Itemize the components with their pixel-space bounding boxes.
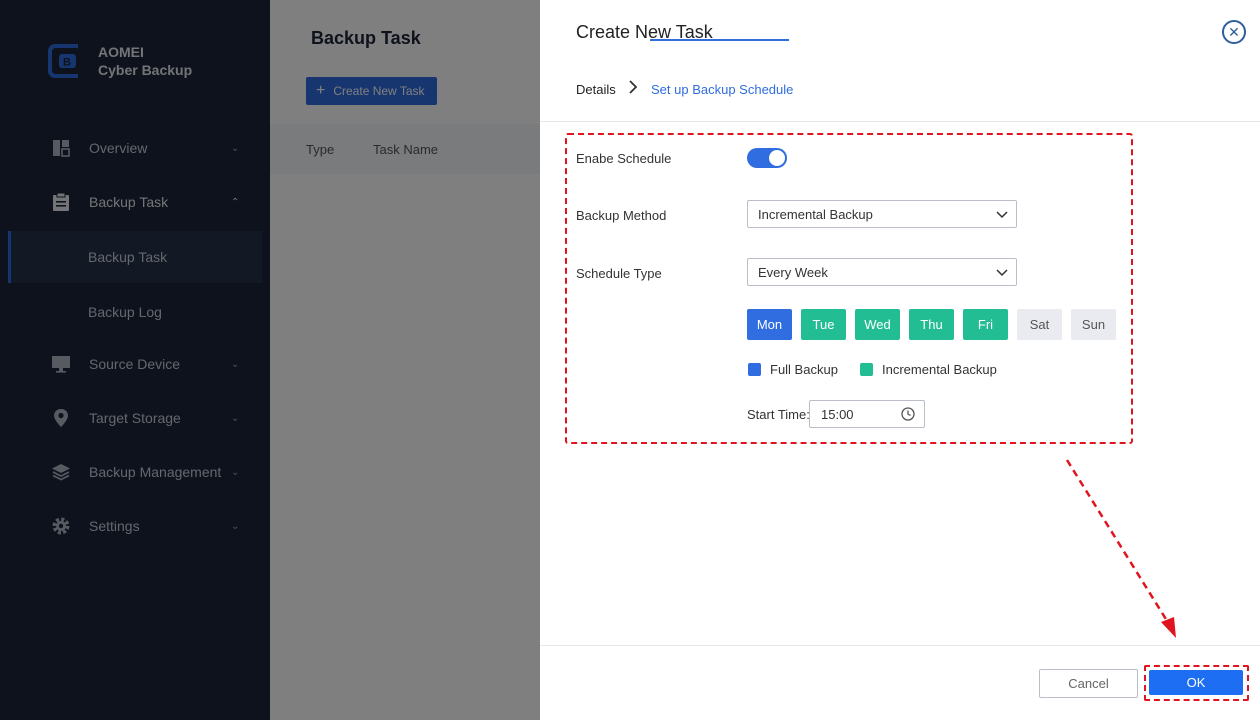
legend-swatch bbox=[860, 363, 873, 376]
enable-schedule-toggle[interactable] bbox=[747, 148, 787, 168]
legend-label: Incremental Backup bbox=[882, 362, 997, 377]
enable-schedule-label: Enabe Schedule bbox=[576, 151, 672, 166]
schedule-highlight-box bbox=[565, 133, 1133, 444]
day-button-fri[interactable]: Fri bbox=[963, 309, 1008, 340]
divider bbox=[540, 121, 1260, 122]
start-time-label: Start Time: bbox=[747, 407, 810, 422]
day-button-sat[interactable]: Sat bbox=[1017, 309, 1062, 340]
chevron-down-icon bbox=[996, 208, 1008, 219]
legend-swatch bbox=[748, 363, 761, 376]
schedule-type-value: Every Week bbox=[758, 264, 828, 280]
ok-highlight-box: OK bbox=[1144, 665, 1249, 701]
close-icon[interactable]: ✕ bbox=[1222, 20, 1246, 44]
step-details[interactable]: Details bbox=[576, 82, 616, 97]
cancel-button[interactable]: Cancel bbox=[1039, 669, 1138, 698]
ok-button[interactable]: OK bbox=[1149, 670, 1243, 695]
legend-full-backup: Full Backup bbox=[748, 362, 838, 377]
start-time-input[interactable]: 15:00 bbox=[809, 400, 925, 428]
day-button-tue[interactable]: Tue bbox=[801, 309, 846, 340]
clock-icon bbox=[901, 407, 915, 421]
active-step-indicator bbox=[650, 39, 789, 41]
backup-method-label: Backup Method bbox=[576, 208, 667, 223]
chevron-right-icon bbox=[628, 80, 638, 97]
create-task-drawer: Create New Task ✕ Details Set up Backup … bbox=[540, 0, 1260, 720]
backup-method-value: Incremental Backup bbox=[758, 206, 873, 222]
chevron-down-icon bbox=[996, 266, 1008, 277]
start-time-value: 15:00 bbox=[821, 406, 854, 422]
step-setup-backup-schedule[interactable]: Set up Backup Schedule bbox=[651, 82, 793, 97]
divider bbox=[540, 645, 1260, 646]
toggle-knob bbox=[769, 150, 785, 166]
legend-incremental-backup: Incremental Backup bbox=[860, 362, 997, 377]
schedule-type-label: Schedule Type bbox=[576, 266, 662, 281]
day-button-mon[interactable]: Mon bbox=[747, 309, 792, 340]
backup-method-select[interactable]: Incremental Backup bbox=[747, 200, 1017, 228]
legend-label: Full Backup bbox=[770, 362, 838, 377]
day-button-thu[interactable]: Thu bbox=[909, 309, 954, 340]
schedule-type-select[interactable]: Every Week bbox=[747, 258, 1017, 286]
day-button-wed[interactable]: Wed bbox=[855, 309, 900, 340]
day-button-sun[interactable]: Sun bbox=[1071, 309, 1116, 340]
